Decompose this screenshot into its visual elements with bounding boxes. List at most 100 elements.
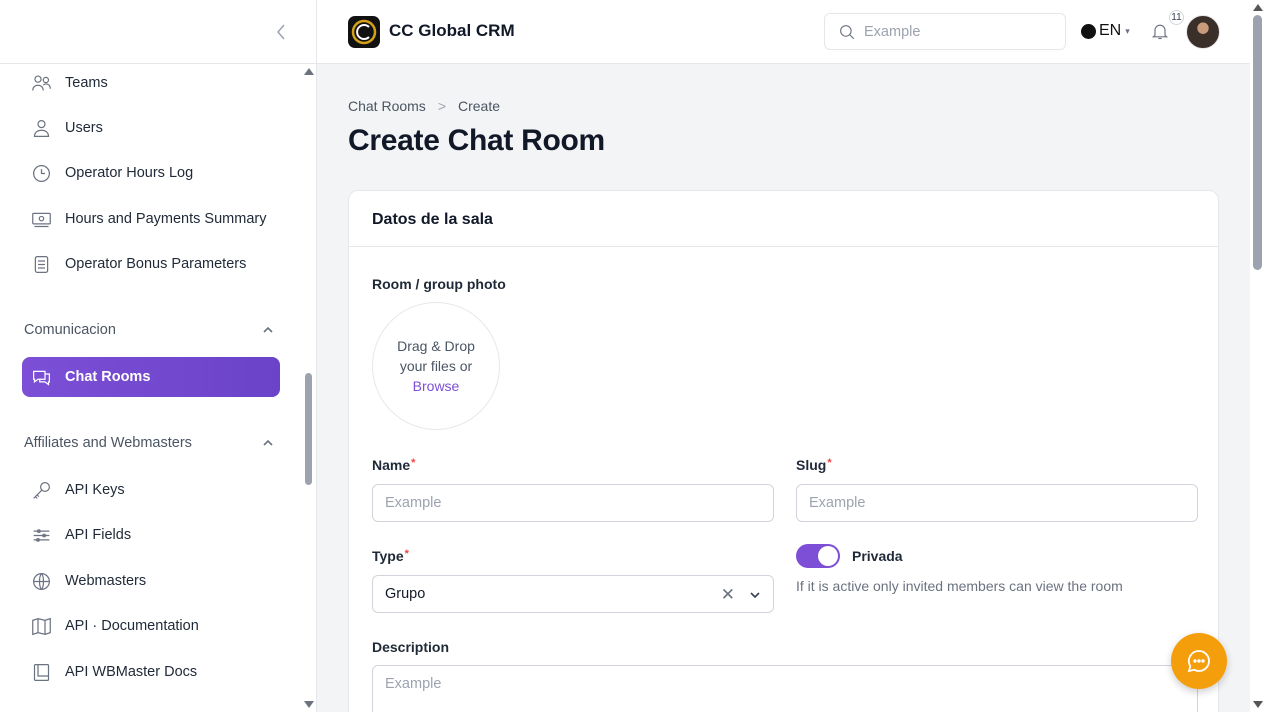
- required-mark: *: [404, 548, 409, 560]
- sidebar-item-api-keys[interactable]: API Keys: [22, 470, 280, 510]
- name-input[interactable]: [372, 484, 774, 522]
- sidebar-item-hours-payments-summary[interactable]: Hours and Payments Summary: [22, 199, 280, 239]
- main-content: Chat Rooms > Create Create Chat Room Dat…: [317, 64, 1250, 712]
- sidebar-item-label: Chat Rooms: [65, 369, 151, 385]
- type-label: Type*: [372, 548, 409, 564]
- sidebar-item-label: Teams: [65, 75, 108, 91]
- description-label: Description: [372, 639, 450, 655]
- book-icon: [30, 615, 52, 637]
- globe-icon: [30, 570, 52, 592]
- section-label: Affiliates and Webmasters: [24, 435, 192, 451]
- chevron-down-icon[interactable]: [749, 589, 761, 601]
- dropzone-text-line1: Drag & Drop: [397, 338, 475, 354]
- search-input[interactable]: [864, 23, 1044, 40]
- search-box: [824, 13, 1066, 50]
- breadcrumb-separator: >: [437, 98, 446, 114]
- slug-input[interactable]: [796, 484, 1198, 522]
- sidebar-item-label: Operator Hours Log: [65, 165, 194, 181]
- type-selected-value: Grupo: [385, 586, 426, 602]
- slug-label-text: Slug: [796, 457, 827, 473]
- sidebar-scroll-thumb[interactable]: [305, 373, 312, 485]
- type-label-text: Type: [372, 548, 404, 564]
- private-label: Privada: [852, 548, 903, 564]
- page-scroll-up-arrow-icon[interactable]: [1253, 4, 1263, 11]
- sidebar-item-operator-bonus-parameters[interactable]: Operator Bonus Parameters: [22, 244, 280, 284]
- chevron-down-icon: ▾: [1125, 25, 1130, 36]
- private-help-text: If it is active only invited members can…: [796, 578, 1123, 594]
- description-textarea[interactable]: [372, 665, 1198, 712]
- section-comunicacion[interactable]: Comunicacion: [24, 322, 280, 338]
- chevron-up-icon: [263, 439, 273, 446]
- notifications-badge: 11: [1169, 10, 1184, 25]
- app-logo-icon[interactable]: [348, 16, 380, 48]
- sidebar-item-label: API WBMaster Docs: [65, 664, 198, 680]
- type-select[interactable]: Grupo ✕: [372, 575, 774, 613]
- globe-icon: [1081, 23, 1096, 39]
- user-icon: [30, 117, 52, 139]
- language-selector[interactable]: EN ▾: [1081, 22, 1130, 40]
- sliders-icon: [30, 524, 52, 546]
- app-title: CC Global CRM: [389, 21, 515, 40]
- sidebar-item-label: Users: [65, 120, 103, 136]
- required-mark: *: [827, 457, 832, 469]
- sidebar-header: [0, 0, 316, 64]
- required-mark: *: [411, 457, 416, 469]
- sidebar-item-api-fields[interactable]: API Fields: [22, 515, 280, 555]
- sidebar-item-teams[interactable]: Teams: [22, 64, 280, 103]
- chat-support-button[interactable]: [1171, 633, 1227, 689]
- section-affiliates-webmasters[interactable]: Affiliates and Webmasters: [24, 435, 280, 451]
- clock-icon: [30, 162, 52, 184]
- page-scroll-down-arrow-icon[interactable]: [1253, 701, 1263, 708]
- chat-icon: [30, 366, 52, 388]
- sidebar-item-api-documentation[interactable]: API · Documentation: [22, 606, 280, 646]
- sidebar-item-chat-rooms[interactable]: Chat Rooms: [22, 357, 280, 397]
- page-scroll-thumb[interactable]: [1253, 15, 1262, 270]
- sidebar-item-api-wbmaster-docs[interactable]: API WBMaster Docs: [22, 652, 280, 692]
- notifications-button[interactable]: [1150, 20, 1170, 42]
- private-toggle[interactable]: [796, 544, 840, 568]
- sidebar-item-webmasters[interactable]: Webmasters: [22, 561, 280, 601]
- breadcrumb: Chat Rooms > Create: [348, 98, 500, 114]
- page-title: Create Chat Room: [348, 124, 605, 157]
- name-label-text: Name: [372, 457, 411, 473]
- scroll-down-arrow-icon[interactable]: [304, 701, 314, 708]
- collapse-sidebar-button[interactable]: [272, 20, 290, 44]
- user-avatar[interactable]: [1186, 15, 1220, 49]
- clear-icon[interactable]: ✕: [721, 585, 735, 605]
- sidebar-item-label: API Fields: [65, 527, 132, 543]
- sidebar-item-label: Operator Bonus Parameters: [65, 256, 247, 272]
- sidebar-item-label: Hours and Payments Summary: [65, 211, 267, 227]
- book-closed-icon: [30, 661, 52, 683]
- toggle-knob: [818, 546, 838, 566]
- card-title: Datos de la sala: [349, 191, 1218, 247]
- slug-label: Slug*: [796, 457, 832, 473]
- search-icon: [840, 24, 855, 39]
- sidebar-item-label: Webmasters: [65, 573, 147, 589]
- bell-icon: [1151, 24, 1169, 40]
- sidebar-item-users[interactable]: Users: [22, 108, 280, 148]
- sidebar-item-label: API · Documentation: [65, 618, 199, 634]
- photo-dropzone[interactable]: Drag & Drop your files or Browse: [372, 302, 500, 430]
- payments-icon: [30, 208, 52, 230]
- chevron-left-icon: [277, 24, 285, 40]
- chevron-up-icon: [263, 326, 273, 333]
- dropzone-text-line2: your files or: [399, 358, 473, 374]
- key-icon: [30, 479, 52, 501]
- sidebar-item-label: API Keys: [65, 482, 125, 498]
- teams-icon: [30, 72, 52, 94]
- sidebar: Teams Users Operator Hours Log Hours and…: [0, 0, 317, 712]
- photo-label: Room / group photo: [372, 276, 506, 292]
- section-label: Comunicacion: [24, 322, 116, 338]
- breadcrumb-parent-link[interactable]: Chat Rooms: [348, 98, 426, 114]
- sidebar-item-operator-hours-log[interactable]: Operator Hours Log: [22, 153, 280, 193]
- document-icon: [30, 253, 52, 275]
- top-header: CC Global CRM EN ▾ 11: [317, 0, 1250, 64]
- browse-link[interactable]: Browse: [413, 376, 460, 396]
- language-code: EN: [1099, 22, 1122, 39]
- room-form-card: Datos de la sala Room / group photo Drag…: [348, 190, 1219, 712]
- scroll-up-arrow-icon[interactable]: [304, 68, 314, 75]
- sidebar-nav: Teams Users Operator Hours Log Hours and…: [0, 64, 302, 712]
- chat-bubble-icon: [1187, 650, 1210, 673]
- breadcrumb-current: Create: [458, 98, 501, 114]
- name-label: Name*: [372, 457, 415, 473]
